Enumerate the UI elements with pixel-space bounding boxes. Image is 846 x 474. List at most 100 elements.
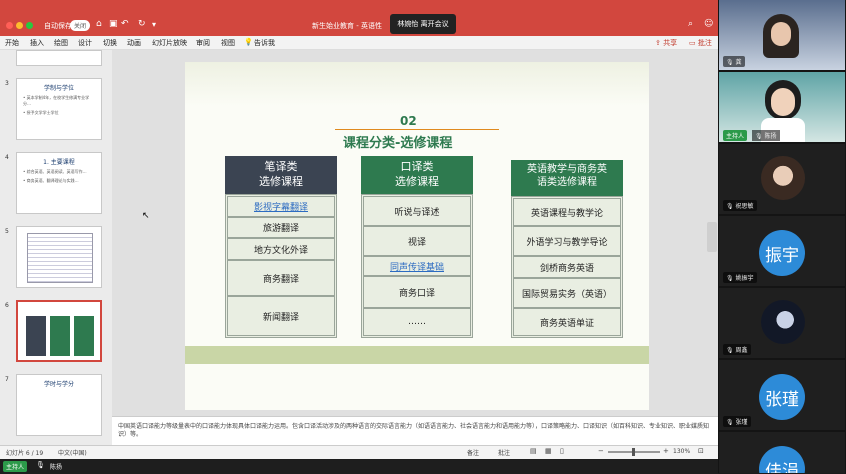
tab-design[interactable]: 设计 — [78, 38, 92, 48]
normal-view-icon[interactable]: ▤ — [530, 447, 537, 455]
thumb-column — [26, 316, 46, 356]
course-item: 旅游翻译 — [227, 217, 335, 238]
slide-number: 5 — [5, 228, 9, 235]
current-slide[interactable]: 02 课程分类-选修课程 笔译类 选修课程 影视字幕翻译 旅游翻译 地方文化外译… — [185, 62, 649, 410]
zoom-in-icon[interactable]: + — [663, 447, 669, 455]
zoom-level[interactable]: 130% — [673, 448, 690, 455]
slide-thumbnail-6-selected[interactable] — [16, 300, 102, 362]
tab-draw[interactable]: 绘图 — [54, 38, 68, 48]
thumb-text: • 英本学制4年，在校学生修满专业学分… — [23, 95, 90, 106]
course-item: 新闻翻译 — [227, 296, 335, 336]
search-icon[interactable]: ⌕ — [688, 19, 693, 29]
slide-counter: 幻灯片 6 / 19 — [6, 450, 44, 457]
thumb-text: • 商务英语、翻译理论与实践… — [23, 178, 79, 183]
slide-thumbnail-4[interactable]: 1. 主要课程 • 综合英语、英语阅读、英语写作… • 商务英语、翻译理论与实践… — [16, 152, 102, 214]
participant-photo — [761, 300, 805, 344]
column-header-interpreting: 口译类 选修课程 — [361, 156, 473, 194]
participant-tile-active[interactable]: 主持人 🎙 陈扬 — [719, 72, 845, 142]
share-button[interactable]: ⇪ 共享 — [655, 38, 677, 48]
tab-review[interactable]: 审阅 — [196, 38, 210, 48]
minimize-window-button[interactable] — [16, 22, 23, 29]
zoom-slider-thumb[interactable] — [632, 448, 635, 456]
save-icon[interactable]: ▣ — [109, 19, 118, 29]
lightbulb-icon: 💡 — [244, 38, 253, 46]
course-item: 同声传译基础 — [363, 256, 471, 276]
zoom-out-icon[interactable]: − — [598, 447, 604, 455]
participant-name: 🎙 姚振宇 — [723, 272, 757, 283]
participant-name: 🎙 龚 — [723, 56, 745, 67]
mouse-cursor-icon: ↖ — [142, 211, 150, 221]
column-header-teaching-business: 英语教学与商务英 语类选修课程 — [511, 160, 623, 196]
redo-icon[interactable]: ↻ — [138, 19, 146, 29]
comments-button[interactable]: ▭ 批注 — [689, 38, 712, 48]
notes-toggle[interactable]: 备注 — [467, 448, 479, 457]
course-item: …… — [363, 308, 471, 336]
language-indicator[interactable]: 中文(中国) — [58, 448, 87, 457]
tab-home[interactable]: 开始 — [5, 38, 19, 48]
tell-me-search[interactable]: 告诉我 — [254, 38, 275, 48]
close-window-button[interactable] — [6, 22, 13, 29]
slide-sorter-icon[interactable]: ▦ — [545, 447, 552, 455]
comments-toggle[interactable]: 批注 — [498, 448, 510, 457]
participant-face — [771, 88, 795, 116]
tab-transitions[interactable]: 切换 — [103, 38, 117, 48]
participant-tile[interactable]: 🎙 周鑫 — [719, 288, 845, 358]
participant-tile[interactable]: 张瑾 🎙 张瑾 — [719, 360, 845, 430]
maximize-window-button[interactable] — [26, 22, 33, 29]
undo-icon[interactable]: ↶ — [121, 19, 129, 29]
thumb-title: 1. 主要课程 — [43, 159, 75, 166]
thumb-title: 学制与学位 — [43, 85, 74, 92]
course-item: 地方文化外译 — [227, 238, 335, 260]
slide-thumbnail-7[interactable]: 学时与学分 — [16, 374, 102, 436]
slide-title: 课程分类-选修课程 — [343, 136, 453, 151]
meeting-notification: 林婉怡 离开会议 — [390, 14, 456, 34]
participant-tile[interactable]: 🎙 祝思敏 — [719, 144, 845, 214]
tab-view[interactable]: 视图 — [221, 38, 235, 48]
participant-name: 🎙 张瑾 — [723, 416, 751, 427]
slide-number: 7 — [5, 376, 9, 383]
participant-tile[interactable]: 振宇 🎙 姚振宇 — [719, 216, 845, 286]
slide-number: 4 — [5, 154, 9, 161]
thumb-table — [27, 233, 93, 283]
course-item: 商务口译 — [363, 276, 471, 308]
slide-thumbnail-partial[interactable] — [16, 50, 102, 66]
column-header-translation: 笔译类 选修课程 — [225, 156, 337, 194]
customize-icon[interactable]: ▾ — [152, 20, 156, 29]
autosave-toggle[interactable]: 关闭 — [70, 20, 91, 31]
microphone-icon: 🎙 — [755, 133, 763, 140]
fit-slide-icon[interactable]: ⊡ — [698, 447, 704, 455]
participant-photo — [761, 156, 805, 200]
home-icon[interactable]: ⌂ — [96, 19, 102, 29]
course-item: 英语课程与教学论 — [513, 198, 621, 226]
course-item: 外语学习与教学导论 — [513, 226, 621, 256]
slide-thumbnail-5[interactable] — [16, 226, 102, 288]
meeting-taskbar: 主持人 🎙 陈扬 — [0, 459, 718, 474]
microphone-icon: 🎙 — [726, 419, 734, 426]
slide-number: 6 — [5, 302, 9, 309]
course-item: 剑桥商务英语 — [513, 256, 621, 278]
pane-collapse-handle[interactable] — [707, 222, 717, 252]
profile-icon[interactable]: ☺ — [704, 19, 713, 29]
microphone-icon: 🎙 — [726, 59, 734, 66]
speaker-notes[interactable]: 中国英语口译能力等级量表中的口译能力体现具体口译能力运用。包含口译活动涉及的两种… — [112, 416, 718, 445]
course-item: 听说与译述 — [363, 196, 471, 226]
tab-insert[interactable]: 插入 — [30, 38, 44, 48]
tab-slideshow[interactable]: 幻灯片放映 — [152, 38, 187, 48]
slide-thumbnail-3[interactable]: 学制与学位 • 英本学制4年，在校学生修满专业学分… • 授予文学学士学位 — [16, 78, 102, 140]
thumb-column — [50, 316, 70, 356]
slide-thumbnail-pane[interactable]: 3 学制与学位 • 英本学制4年，在校学生修满专业学分… • 授予文学学士学位 … — [0, 50, 112, 445]
title-underline — [335, 129, 499, 130]
participant-tile[interactable]: 佳涓 — [719, 432, 845, 473]
thumb-title: 学时与学分 — [43, 381, 74, 388]
thumb-text: • 授予文学学士学位 — [23, 110, 59, 115]
reading-view-icon[interactable]: ▯ — [560, 447, 564, 455]
participant-name: 🎙 周鑫 — [723, 344, 751, 355]
section-number-badge: 02 — [400, 114, 417, 128]
slide-footer-band — [185, 346, 649, 364]
title-bar: 自动保存 关闭 ⌂ ▣ ↶ ↻ ▾ 新生始业教育 - 英语性 林婉怡 离开会议 … — [0, 0, 718, 36]
participant-face — [771, 22, 791, 46]
slide-number: 3 — [5, 80, 9, 87]
participant-tile[interactable]: 🎙 龚 — [719, 0, 845, 70]
tab-animations[interactable]: 动画 — [127, 38, 141, 48]
participant-name: 🎙 陈扬 — [752, 130, 780, 141]
